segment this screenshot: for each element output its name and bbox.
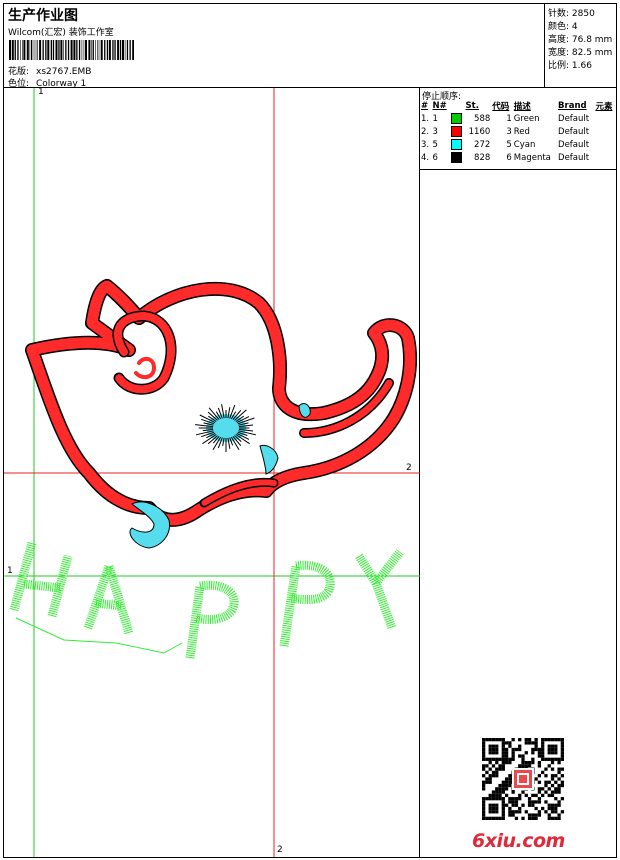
col-needle: N# — [432, 101, 447, 111]
guide-label-h2: 2 — [406, 463, 412, 473]
row-stitches: 828 — [474, 152, 491, 163]
row-brand: Default — [558, 126, 590, 137]
stats-panel: 针数: 2850 颜色: 4 高度: 76.8 mm 宽度: 82.5 mm 比… — [545, 4, 616, 88]
col-index: # — [421, 101, 429, 111]
table-row: 2. 3 1160 3 Red Default — [420, 125, 616, 138]
row-description: Green — [513, 113, 540, 124]
row-swatch — [450, 125, 465, 138]
row-element — [594, 125, 616, 138]
table-row: 4. 6 828 6 Magenta Default — [420, 151, 616, 164]
table-row: 1. 1 588 1 Green Default — [420, 112, 616, 125]
col-stitches: St. — [465, 101, 479, 111]
row-stitches: 1160 — [468, 126, 491, 137]
row-element — [594, 151, 616, 164]
barcode-image — [9, 40, 134, 60]
panel-divider — [420, 169, 616, 170]
design-scale: 比例: 1.66 — [548, 61, 592, 71]
row-index: 4. — [421, 152, 430, 163]
stop-sequence-panel: 停止顺序: # N# St. 代码 描述 Brand 元素 1. 1 588 1 Gre… — [420, 88, 616, 857]
row-brand: Default — [558, 113, 590, 124]
row-stitches: 272 — [474, 139, 491, 150]
happy-underline — [15, 617, 183, 654]
table-header-row: # N# St. 代码 描述 Brand 元素 — [420, 100, 616, 112]
embroidery-preview — [4, 88, 420, 857]
row-description: Magenta — [513, 152, 551, 163]
color-swatch — [450, 139, 462, 150]
color-swatch — [450, 152, 462, 163]
table-row: 3. 5 272 5 Cyan Default — [420, 138, 616, 151]
page-title: 生产作业图 — [8, 8, 78, 24]
row-swatch — [450, 138, 465, 151]
design-canvas: 1 1 2 2 — [4, 87, 420, 857]
row-needle: 3 — [432, 126, 438, 137]
row-code: 1 — [506, 113, 512, 124]
row-brand: Default — [558, 139, 590, 150]
row-brand: Default — [558, 152, 590, 163]
row-code: 5 — [506, 139, 512, 150]
row-needle: 6 — [432, 152, 438, 163]
col-element: 元素 — [595, 102, 613, 112]
design-height: 高度: 76.8 mm — [548, 35, 613, 45]
row-element — [594, 138, 616, 151]
col-description: 描述 — [513, 102, 531, 112]
elephant-outline — [25, 279, 417, 527]
guide-label-v1: 1 — [38, 87, 44, 97]
row-description: Red — [513, 126, 530, 137]
row-needle: 1 — [432, 113, 438, 124]
qr-code-image — [482, 738, 564, 820]
company-name: Wilcom(汇宏) 装饰工作室 — [8, 28, 114, 38]
row-swatch — [450, 112, 465, 125]
color-count: 颜色: 4 — [548, 22, 578, 32]
row-code: 6 — [506, 152, 512, 163]
col-swatch — [450, 100, 465, 112]
color-sequence-table: # N# St. 代码 描述 Brand 元素 1. 1 588 1 Green Defa… — [420, 100, 616, 164]
stitch-count: 针数: 2850 — [548, 9, 595, 19]
col-code: 代码 — [492, 102, 510, 112]
watermark-logo: 6xiu.com — [472, 830, 565, 852]
col-brand: Brand — [558, 101, 587, 111]
color-swatch — [450, 126, 462, 137]
row-description: Cyan — [513, 139, 536, 150]
guide-label-v2: 2 — [277, 845, 283, 855]
row-index: 3. — [421, 139, 430, 150]
row-element — [594, 112, 616, 125]
design-width: 宽度: 82.5 mm — [548, 48, 613, 58]
color-swatch — [450, 113, 462, 124]
row-code: 3 — [506, 126, 512, 137]
row-index: 1. — [421, 113, 430, 124]
row-stitches: 588 — [474, 113, 491, 124]
row-needle: 5 — [432, 139, 438, 150]
header-info: 生产作业图 Wilcom(汇宏) 装饰工作室 花版: xs2767.EMB 色位:… — [4, 4, 545, 89]
row-swatch — [450, 151, 465, 164]
row-index: 2. — [421, 126, 430, 137]
guide-label-h1: 1 — [7, 566, 13, 576]
